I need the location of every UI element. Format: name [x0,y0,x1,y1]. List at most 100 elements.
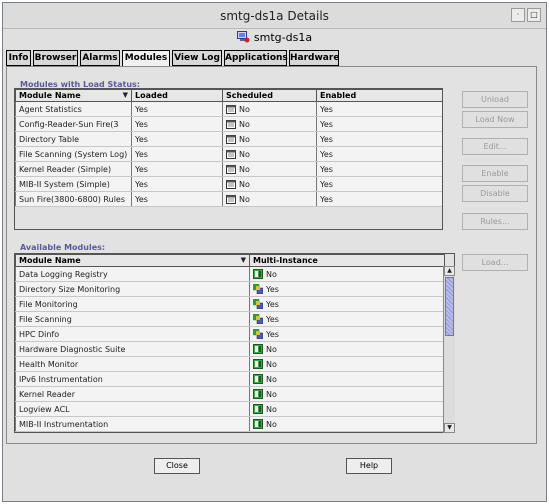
module-single-icon [253,404,263,414]
available-module-row[interactable]: IPv6 Instrumentation No [15,371,445,387]
multi-instance-cell: Yes [249,311,445,327]
unload-button[interactable]: Unload [462,91,528,108]
loaded-cell: Yes [131,116,223,132]
module-single-icon [253,374,263,384]
help-button[interactable]: Help [346,458,392,474]
available-module-name-cell: Logview ACL [15,401,250,417]
available-module-row[interactable]: Kernel Reader No [15,386,445,402]
multi-instance-cell: Yes [249,326,445,342]
available-module-row[interactable]: Health Monitor No [15,356,445,372]
edit-button[interactable]: Edit... [462,138,528,155]
available-scrollbar[interactable]: ▲ ▼ [443,266,455,433]
col-enabled[interactable]: Enabled [316,89,442,102]
tab-info[interactable]: Info [6,50,31,66]
available-module-row[interactable]: HPC Dinfo Yes [15,326,445,342]
scroll-thumb[interactable] [445,277,454,336]
multi-instance-cell: No [249,401,445,417]
loaded-module-row[interactable]: Sun Fire(3800-6800) Rules Yes No Yes [15,191,442,207]
loaded-cell: Yes [131,191,223,207]
enable-button[interactable]: Enable [462,165,528,182]
col-module-name[interactable]: Module Name ▼ [15,89,132,102]
maximize-button[interactable]: □ [527,8,541,22]
module-name-cell: Directory Table [15,131,132,147]
scheduled-cell: No [222,176,317,192]
loaded-modules-table[interactable]: Module Name ▼ Loaded Scheduled Enabled Ag… [14,88,443,230]
available-module-row[interactable]: Logview ACL No [15,401,445,417]
multi-instance-cell: No [249,356,445,372]
enabled-cell: Yes [316,131,442,147]
sort-down-icon: ▼ [122,91,128,99]
available-module-row[interactable]: File Scanning Yes [15,311,445,327]
rules-button[interactable]: Rules... [462,213,528,230]
tab-modules[interactable]: Modules [122,50,170,67]
tab-view-log[interactable]: View Log [172,50,222,66]
scroll-down-icon[interactable]: ▼ [444,423,455,433]
available-module-name-cell: HPC Dinfo [15,326,250,342]
tab-browser[interactable]: Browser [33,50,78,66]
multi-instance-cell: No [249,386,445,402]
available-module-row[interactable]: Directory Size Monitoring Yes [15,281,445,297]
col-multi-instance[interactable]: Multi-Instance [249,254,445,267]
calendar-icon [226,120,236,129]
available-module-name-cell: Health Monitor [15,356,250,372]
scheduled-cell: No [222,191,317,207]
col-available-module-name[interactable]: Module Name ▼ [15,254,250,267]
module-name-cell: Config-Reader-Sun Fire(3 [15,116,132,132]
enabled-cell: Yes [316,101,442,117]
load-now-button[interactable]: Load Now [462,111,528,128]
module-single-icon [253,269,263,279]
module-name-cell: Sun Fire(3800-6800) Rules [15,191,132,207]
calendar-icon [226,105,236,114]
available-module-row[interactable]: MIB-II Instrumentation No [15,416,445,432]
scheduled-cell: No [222,146,317,162]
close-button[interactable]: Close [154,458,200,474]
minimize-button[interactable]: · [511,8,525,22]
enabled-cell: Yes [316,116,442,132]
disable-button[interactable]: Disable [462,185,528,202]
module-name-cell: Kernel Reader (Simple) [15,161,132,177]
available-module-name-cell: Directory Size Monitoring [15,281,250,297]
loaded-cell: Yes [131,131,223,147]
available-module-row[interactable]: Hardware Diagnostic Suite No [15,341,445,357]
module-single-icon [253,359,263,369]
loaded-module-row[interactable]: Agent Statistics Yes No Yes [15,101,442,117]
module-multi-icon [253,314,263,324]
loaded-module-row[interactable]: Kernel Reader (Simple) Yes No Yes [15,161,442,177]
enabled-cell: Yes [316,191,442,207]
title-bar[interactable]: smtg-ds1a Details · □ [3,3,546,29]
module-single-icon [253,344,263,354]
loaded-cell: Yes [131,101,223,117]
module-name-cell: File Scanning (System Log) [15,146,132,162]
sort-down-icon: ▼ [240,256,246,264]
available-module-name-cell: IPv6 Instrumentation [15,371,250,387]
available-module-name-cell: File Monitoring [15,296,250,312]
available-module-row[interactable]: Data Logging Registry No [15,266,445,282]
loaded-module-row[interactable]: MIB-II System (Simple) Yes No Yes [15,176,442,192]
tab-hardware[interactable]: Hardware [289,50,339,66]
load-button[interactable]: Load... [462,254,528,271]
module-multi-icon [253,284,263,294]
available-module-name-cell: MIB-II Instrumentation [15,416,250,432]
available-module-name-cell: File Scanning [15,311,250,327]
col-scheduled[interactable]: Scheduled [222,89,317,102]
available-modules-table[interactable]: Module Name ▼ Multi-Instance Data Logging… [14,253,455,433]
available-module-row[interactable]: File Monitoring Yes [15,296,445,312]
module-single-icon [253,419,263,429]
scroll-up-icon[interactable]: ▲ [444,266,455,276]
loaded-module-row[interactable]: File Scanning (System Log) Yes No Yes [15,146,442,162]
loaded-module-row[interactable]: Config-Reader-Sun Fire(3 Yes No Yes [15,116,442,132]
col-loaded[interactable]: Loaded [131,89,223,102]
module-name-cell: Agent Statistics [15,101,132,117]
scheduled-cell: No [222,161,317,177]
loaded-cell: Yes [131,161,223,177]
available-module-name-cell: Hardware Diagnostic Suite [15,341,250,357]
tab-alarms[interactable]: Alarms [80,50,120,66]
loaded-module-row[interactable]: Directory Table Yes No Yes [15,131,442,147]
enabled-cell: Yes [316,146,442,162]
enabled-cell: Yes [316,176,442,192]
tab-applications[interactable]: Applications [224,50,288,66]
calendar-icon [226,165,236,174]
host-icon [236,31,250,43]
module-single-icon [253,389,263,399]
host-label: smtg-ds1a [253,31,313,44]
